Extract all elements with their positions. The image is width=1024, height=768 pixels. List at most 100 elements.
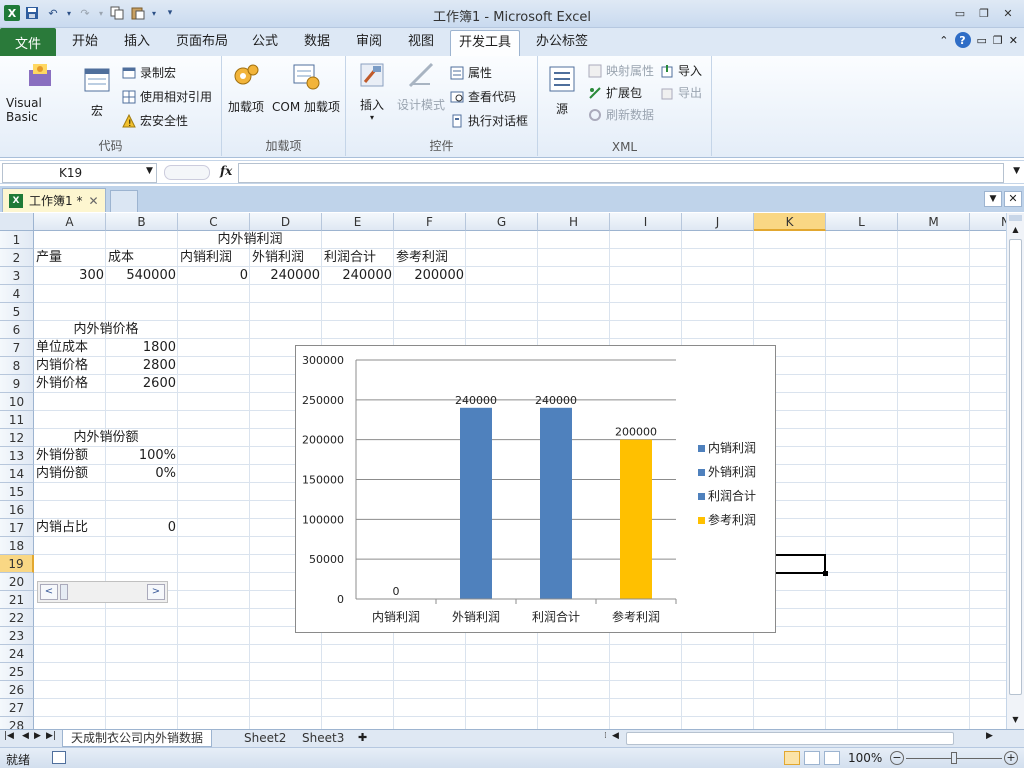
corner-select-all[interactable] [0,213,34,231]
column-header-l[interactable]: L [826,213,898,231]
close-tab-icon[interactable]: ✕ [88,194,98,208]
wb-minimize-icon[interactable]: ▭ [977,34,987,47]
row-header-25[interactable]: 25 [0,663,34,681]
row-header-19[interactable]: 19 [0,555,34,573]
properties-button[interactable]: 属性 [450,64,492,81]
row-header-8[interactable]: 8 [0,357,34,375]
view-code-button[interactable]: 查看代码 [450,88,516,105]
macros-button[interactable]: 宏 [80,66,114,119]
page-layout-view-icon[interactable] [804,751,820,765]
next-sheet-icon[interactable]: ▶ [34,731,41,741]
tab-list-dropdown-icon[interactable]: ▼ [984,191,1002,207]
cell-f2[interactable]: 参考利润 [394,249,534,267]
export-button[interactable]: 导出 [660,84,702,101]
wb-close-icon[interactable]: ✕ [1009,34,1018,47]
column-header-d[interactable]: D [250,213,322,231]
hscroll-right-icon[interactable]: ▶ [986,731,993,741]
name-box-dropdown-icon[interactable]: ▼ [146,166,153,176]
import-button[interactable]: 导入 [660,62,702,79]
page-break-view-icon[interactable] [824,751,840,765]
design-mode-button[interactable]: 设计模式 [394,60,448,113]
column-header-h[interactable]: H [538,213,610,231]
column-header-g[interactable]: G [466,213,538,231]
row-header-7[interactable]: 7 [0,339,34,357]
sheet-tab-2[interactable]: Sheet2 [236,730,294,747]
row-header-21[interactable]: 21 [0,591,34,609]
addins-button[interactable]: 加载项 [226,62,266,115]
record-macro-button[interactable]: 录制宏 [122,64,176,81]
row-header-1[interactable]: 1 [0,231,34,249]
zoom-level[interactable]: 100% [848,751,882,765]
cell-b8[interactable]: 2800 [106,357,178,375]
close-icon[interactable]: ✕ [998,4,1018,22]
prev-sheet-icon[interactable]: ◀ [22,731,29,741]
cell-b9[interactable]: 2600 [106,375,178,393]
scroll-up-icon[interactable]: ▲ [1008,223,1023,237]
cell-a6[interactable]: 内外销价格 [34,321,178,339]
zoom-in-icon[interactable]: + [1004,751,1018,765]
scroll-thumb[interactable] [60,584,68,600]
sheet-tab-3[interactable]: Sheet3 [294,730,352,747]
fill-handle[interactable] [823,571,828,576]
row-header-11[interactable]: 11 [0,411,34,429]
scroll-down-icon[interactable]: ▼ [1008,713,1023,727]
refresh-data-button[interactable]: 刷新数据 [588,106,654,123]
tab-page-layout[interactable]: 页面布局 [168,33,236,56]
row-header-5[interactable]: 5 [0,303,34,321]
row-header-6[interactable]: 6 [0,321,34,339]
cell-a3[interactable]: 300 [34,267,106,285]
macro-record-icon[interactable] [52,751,66,764]
tab-home[interactable]: 开始 [64,33,106,56]
expansion-packs-button[interactable]: 扩展包 [588,84,642,101]
map-properties-button[interactable]: 映射属性 [588,62,654,79]
row-header-20[interactable]: 20 [0,573,34,591]
row-header-22[interactable]: 22 [0,609,34,627]
cell-b7[interactable]: 1800 [106,339,178,357]
insert-sheet-icon[interactable]: ✚ [358,731,367,744]
row-header-3[interactable]: 3 [0,267,34,285]
row-header-26[interactable]: 26 [0,681,34,699]
workbook-tab[interactable]: X 工作簿1 * ✕ [2,188,106,212]
row-header-15[interactable]: 15 [0,483,34,501]
tab-office-tab[interactable]: 办公标签 [528,33,596,56]
cell-b13[interactable]: 100% [106,447,178,465]
formula-input[interactable] [238,163,1004,183]
formula-bar-expand-icon[interactable]: ▼ [1013,166,1020,176]
row-header-16[interactable]: 16 [0,501,34,519]
row-header-2[interactable]: 2 [0,249,34,267]
run-dialog-button[interactable]: 执行对话框 [450,112,528,129]
row-header-24[interactable]: 24 [0,645,34,663]
split-box[interactable] [1009,215,1022,221]
tab-view[interactable]: 视图 [400,33,442,56]
macro-security-button[interactable]: ! 宏安全性 [122,112,188,129]
vscroll-thumb[interactable] [1009,239,1022,695]
column-header-j[interactable]: J [682,213,754,231]
row-header-4[interactable]: 4 [0,285,34,303]
help-icon[interactable]: ? [954,32,971,48]
cell-c1[interactable]: 内外销利润 [178,231,322,249]
minimize-icon[interactable]: ▭ [950,4,970,22]
row-header-23[interactable]: 23 [0,627,34,645]
column-header-c[interactable]: C [178,213,250,231]
insert-control-button[interactable]: 插入 ▾ [352,60,392,122]
column-header-n[interactable]: N [970,213,1006,231]
row-header-13[interactable]: 13 [0,447,34,465]
scroll-left-arrow-icon[interactable]: < [40,584,58,600]
wb-restore-icon[interactable]: ❐ [993,34,1003,47]
row-header-28[interactable]: 28 [0,717,34,729]
tab-insert[interactable]: 插入 [116,33,158,56]
last-sheet-icon[interactable]: ▶| [46,731,56,741]
insert-function-icon[interactable]: fx [220,164,232,178]
hscroll-left-icon[interactable]: ◀ [612,731,619,741]
row-header-10[interactable]: 10 [0,393,34,411]
row-header-14[interactable]: 14 [0,465,34,483]
row-header-17[interactable]: 17 [0,519,34,537]
scroll-right-arrow-icon[interactable]: > [147,584,165,600]
cell-b3[interactable]: 540000 [106,267,178,285]
zoom-out-icon[interactable]: − [890,751,904,765]
cell-d3[interactable]: 240000 [250,267,322,285]
cell-f3[interactable]: 200000 [394,267,466,285]
com-addins-button[interactable]: COM 加载项 [270,62,342,115]
formula-expand-handle[interactable] [164,165,210,180]
form-scrollbar-control[interactable]: < > [37,581,168,603]
